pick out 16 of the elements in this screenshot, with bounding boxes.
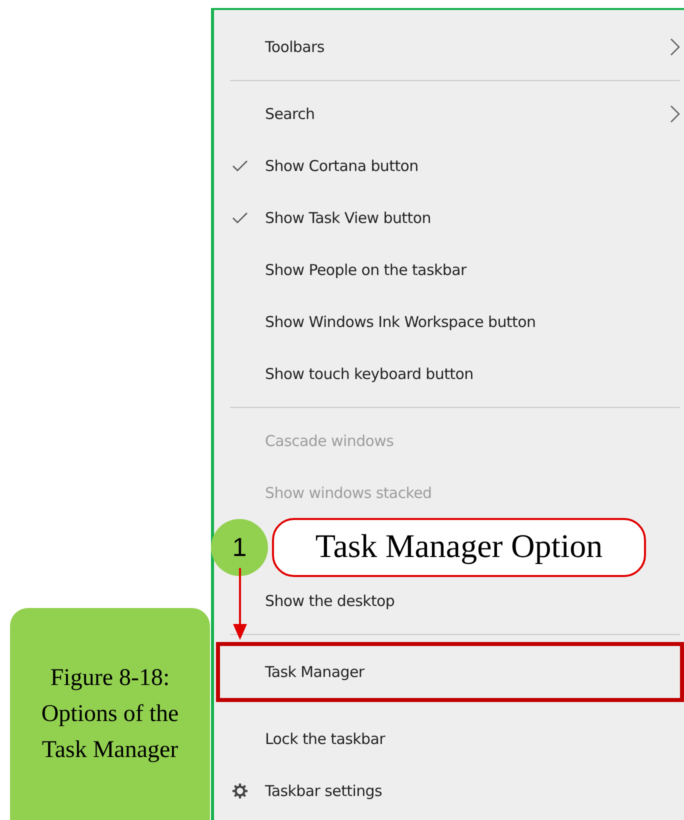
figure-caption: Figure 8-18: Options of the Task Manager bbox=[10, 608, 210, 820]
settings-icon bbox=[232, 783, 248, 799]
menu-item[interactable]: Taskbar settings bbox=[214, 765, 684, 817]
menu-item[interactable]: Show Task View button bbox=[214, 192, 684, 244]
callout-label: Task Manager Option bbox=[272, 518, 646, 576]
menu-item[interactable]: Lock the taskbar bbox=[214, 713, 684, 765]
pointer-arrow bbox=[233, 568, 247, 640]
menu-item[interactable]: Show Cortana button bbox=[214, 140, 684, 192]
menu-item[interactable]: Search bbox=[214, 88, 684, 140]
menu-item[interactable]: Show the desktop bbox=[214, 575, 684, 627]
menu-item[interactable]: Show touch keyboard button bbox=[214, 348, 684, 400]
menu-item[interactable]: Show Windows Ink Workspace button bbox=[214, 296, 684, 348]
step-number-badge: 1 bbox=[211, 518, 268, 576]
menu-item[interactable]: Show People on the taskbar bbox=[214, 244, 684, 296]
menu-item[interactable]: Toolbars bbox=[214, 21, 684, 73]
highlighted-menu-item[interactable]: Task Manager bbox=[216, 642, 684, 702]
